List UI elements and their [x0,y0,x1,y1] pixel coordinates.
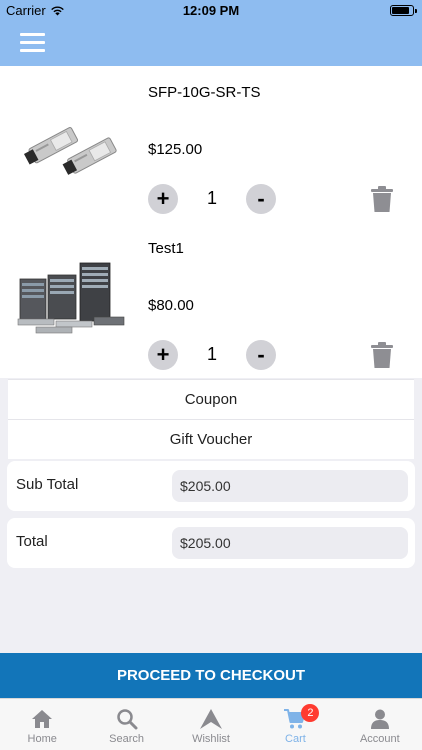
product-price: $80.00 [148,297,194,314]
total-label: Total [16,533,48,550]
tab-cart[interactable]: Cart 2 [253,699,337,750]
tab-label: Account [359,733,400,745]
tab-account[interactable]: Account [338,699,422,750]
battery-icon [390,5,417,16]
increase-qty-button[interactable]: + [148,340,178,370]
tab-label: Search [109,733,145,745]
tab-label: Cart [285,733,306,745]
subtotal-label: Sub Total [16,476,79,493]
account-icon [370,709,389,729]
trash-icon[interactable] [371,186,393,212]
cart-item: Test1 $80.00 + 1 - [0,222,422,378]
menu-icon[interactable] [20,33,45,53]
home-icon [32,710,53,728]
product-price: $125.00 [148,141,203,158]
proceed-to-checkout-button[interactable]: PROCEED TO CHECKOUT [0,653,422,698]
tab-bar: Home Search Wishlist Cart 2 Account [0,698,422,750]
search-icon [116,709,138,730]
subtotal-value: $205.00 [172,470,408,502]
product-name[interactable]: Test1 [148,240,184,257]
increase-qty-button[interactable]: + [148,184,178,214]
cart-item-list: SFP-10G-SR-TS $125.00 + 1 - Test1 $80.00… [0,66,422,378]
wishlist-icon [200,709,223,729]
coupon-button[interactable]: Coupon [8,379,414,419]
nav-bar [0,22,422,66]
decrease-qty-button[interactable]: - [246,184,276,214]
decrease-qty-button[interactable]: - [246,340,276,370]
product-image-sfp [23,127,117,175]
product-name[interactable]: SFP-10G-SR-TS [148,84,261,101]
tab-label: Home [27,733,57,745]
cart-item: SFP-10G-SR-TS $125.00 + 1 - [0,66,422,222]
gift-voucher-button[interactable]: Gift Voucher [8,419,414,459]
tab-label: Wishlist [192,733,230,745]
trash-icon[interactable] [371,342,393,368]
total-value: $205.00 [172,527,408,559]
quantity-value: 1 [206,188,217,208]
cart-count-badge: 2 [301,704,320,722]
tab-home[interactable]: Home [0,699,84,750]
status-bar: Carrier 12:09 PM [0,0,422,22]
clock: 12:09 PM [182,3,240,18]
subtotal-card: Sub Total $205.00 [7,461,415,511]
total-card: Total $205.00 [7,518,415,568]
quantity-value: 1 [206,344,217,364]
tab-search[interactable]: Search [84,699,168,750]
product-image-switches [17,262,125,334]
tab-wishlist[interactable]: Wishlist [169,699,253,750]
